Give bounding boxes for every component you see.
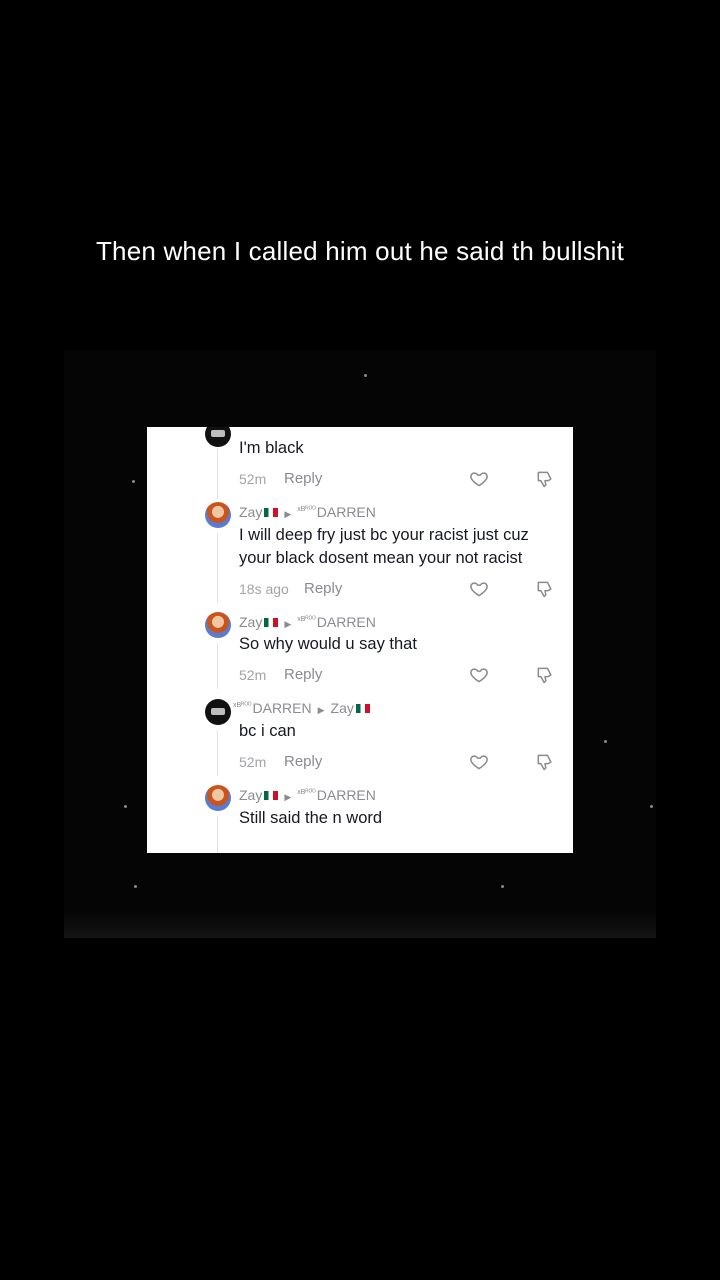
star: [134, 885, 137, 888]
thread-line: [217, 643, 218, 689]
comment-text: So why would u say that: [239, 635, 417, 653]
star: [604, 740, 607, 743]
author-name[interactable]: Zay: [239, 787, 262, 803]
reply-button[interactable]: Reply: [284, 666, 322, 683]
reply-button[interactable]: Reply: [284, 753, 322, 770]
comment-time: 52m: [239, 667, 267, 683]
thumbs-down-icon[interactable]: [535, 579, 555, 599]
comment-text: bc i can: [239, 722, 296, 740]
mexico-flag-icon: [264, 618, 279, 627]
star: [364, 374, 367, 377]
mexico-flag-icon: [264, 791, 279, 800]
avatar[interactable]: [205, 699, 231, 725]
thread-line: [217, 730, 218, 776]
thread-line: [217, 816, 218, 853]
comment-time: 52m: [239, 471, 267, 487]
recipient-name[interactable]: DARREN: [317, 504, 376, 520]
comment-text: I will deep fry just bc your racist just…: [239, 526, 529, 567]
heart-icon[interactable]: [469, 752, 489, 772]
avatar[interactable]: [205, 785, 231, 811]
comment-time: 52m: [239, 754, 267, 770]
avatar[interactable]: [205, 612, 231, 638]
backdrop-edge: [64, 914, 656, 938]
name-prefix: xBᴿᴼᴼ: [297, 616, 316, 624]
author-name[interactable]: Zay: [239, 614, 262, 630]
heart-icon[interactable]: [469, 469, 489, 489]
comment-header: Zay ▶ xBᴿᴼᴼDARREN: [239, 504, 376, 520]
name-prefix: xBᴿᴼᴼ: [297, 506, 316, 514]
star: [501, 885, 504, 888]
mexico-flag-icon: [264, 508, 279, 517]
reply-button[interactable]: Reply: [304, 580, 342, 597]
star: [132, 480, 135, 483]
name-prefix: xBᴿᴼᴼ: [233, 702, 252, 710]
thread-line: [217, 449, 218, 499]
comment-text: Still said the n word: [239, 809, 383, 827]
comment-header: Zay ▶ xBᴿᴼᴼDARREN: [239, 614, 376, 630]
reply-arrow-icon: ▶: [284, 619, 292, 629]
thumbs-down-icon[interactable]: [535, 665, 555, 685]
star: [124, 805, 127, 808]
reply-button[interactable]: Reply: [284, 470, 322, 487]
comment-text: I'm black: [239, 439, 304, 457]
heart-icon[interactable]: [469, 579, 489, 599]
comment-header: Zay ▶ xBᴿᴼᴼDARREN: [239, 787, 376, 803]
comment-header: xBᴿᴼᴼDARREN ▶ Zay: [233, 700, 370, 716]
author-name[interactable]: DARREN: [253, 700, 312, 716]
reply-arrow-icon: ▶: [317, 705, 325, 715]
comments-panel[interactable]: I'm black 52m Reply Zay ▶ xBᴿᴼᴼDARREN I wi…: [147, 427, 573, 853]
recipient-name[interactable]: Zay: [331, 700, 354, 716]
thread-line: [217, 533, 218, 603]
heart-icon[interactable]: [469, 665, 489, 685]
reply-arrow-icon: ▶: [284, 509, 292, 519]
recipient-name[interactable]: DARREN: [317, 614, 376, 630]
name-prefix: xBᴿᴼᴼ: [297, 789, 316, 797]
mexico-flag-icon: [355, 704, 370, 713]
recipient-name[interactable]: DARREN: [317, 787, 376, 803]
comment-time: 18s ago: [239, 581, 289, 597]
thumbs-down-icon[interactable]: [535, 469, 555, 489]
avatar[interactable]: [205, 502, 231, 528]
author-name[interactable]: Zay: [239, 504, 262, 520]
avatar[interactable]: [205, 427, 231, 447]
star: [650, 805, 653, 808]
reply-arrow-icon: ▶: [284, 792, 292, 802]
video-caption: Then when I called him out he said th bu…: [95, 236, 625, 266]
thumbs-down-icon[interactable]: [535, 752, 555, 772]
